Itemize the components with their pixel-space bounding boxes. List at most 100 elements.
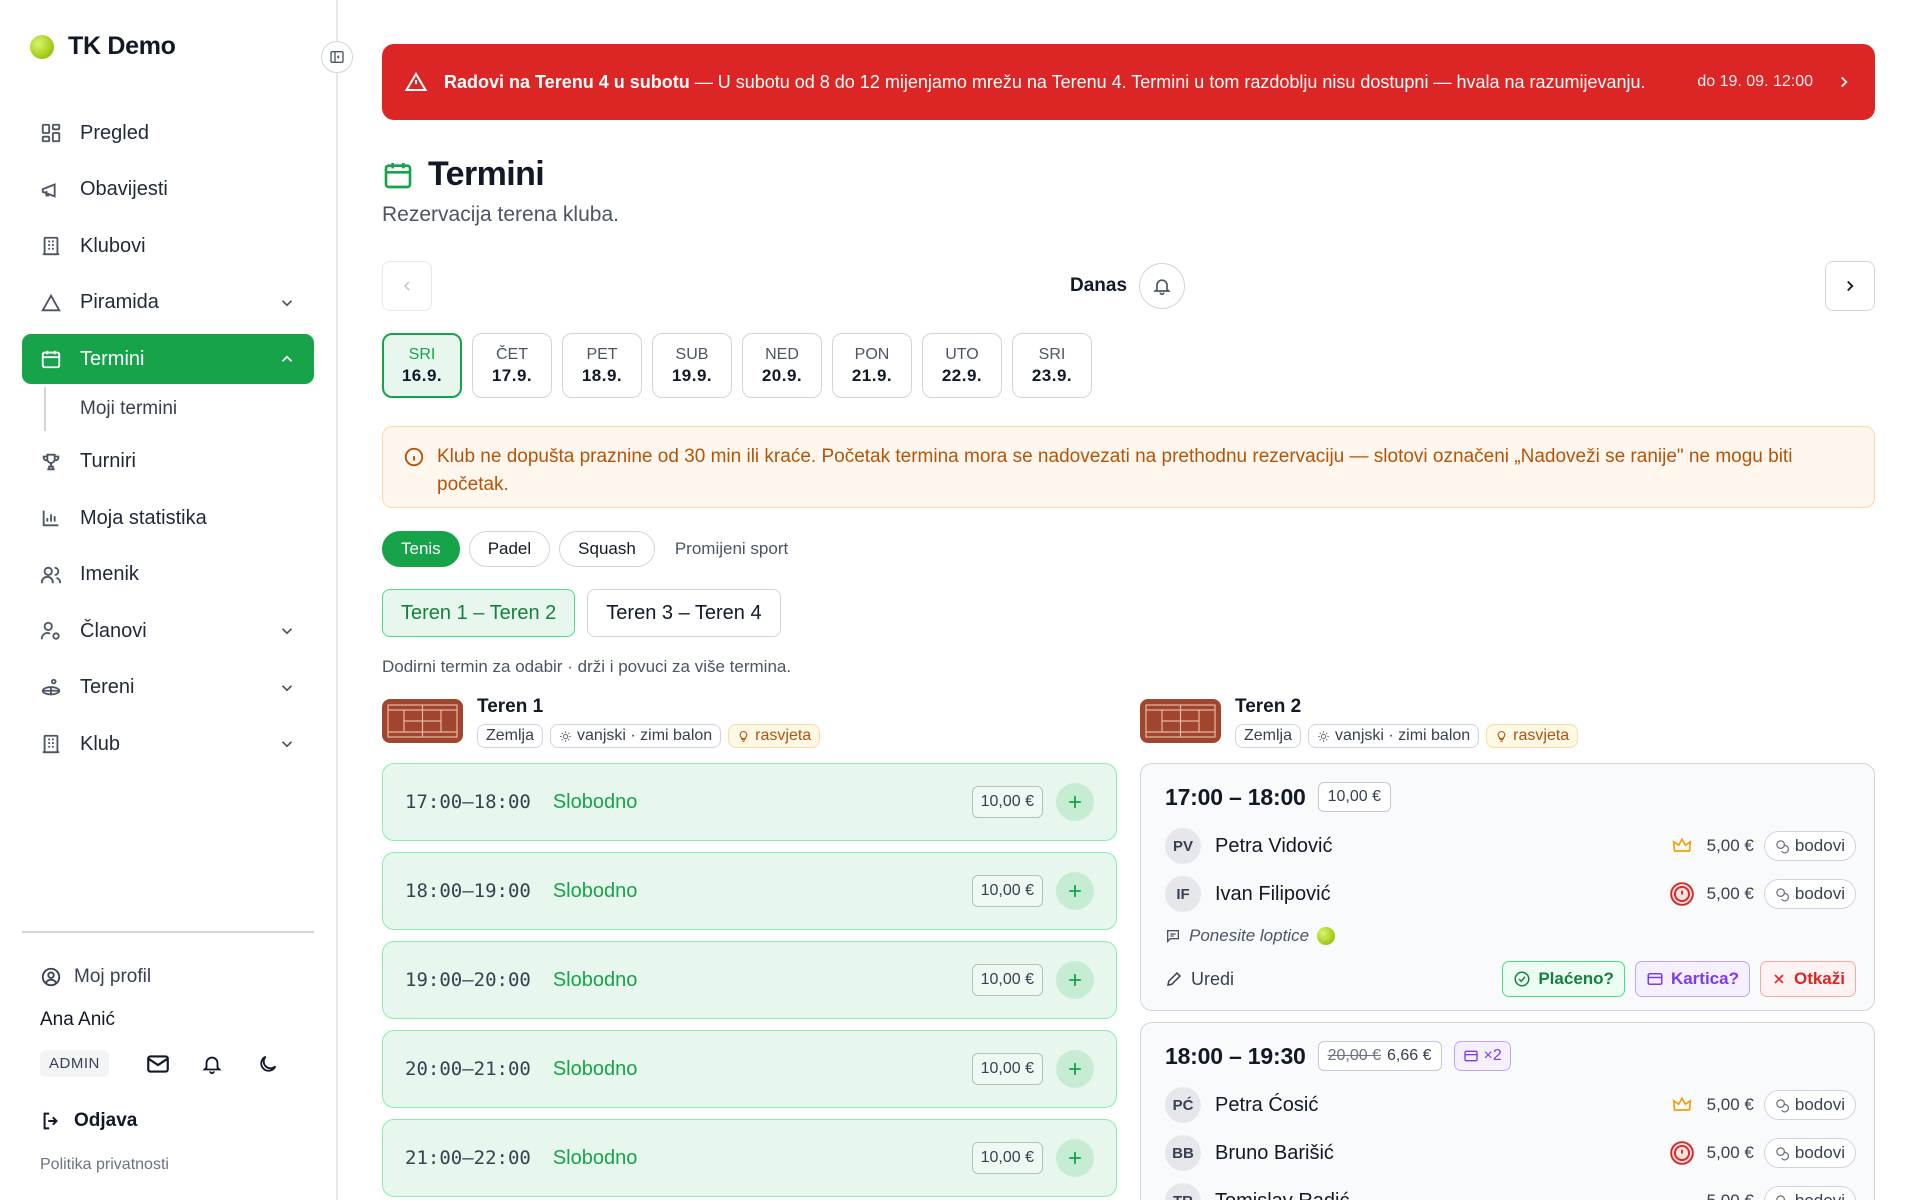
player-name: Ivan Filipović: [1215, 882, 1331, 905]
lighting-tag: rasvjeta: [728, 724, 821, 748]
profile-link[interactable]: Moj profil: [40, 966, 151, 988]
theme-toggle-button[interactable]: [257, 1053, 279, 1075]
sidebar-item-moja-statistika[interactable]: Moja statistika: [22, 493, 314, 543]
points-button[interactable]: bodovi: [1763, 879, 1856, 909]
brand[interactable]: TK Demo: [30, 32, 176, 61]
free-slot[interactable]: 18:00–19:00 Slobodno 10,00 €: [382, 852, 1117, 930]
free-slot[interactable]: 19:00–20:00 Slobodno 10,00 €: [382, 941, 1117, 1019]
card-payment-button[interactable]: Kartica?: [1634, 961, 1750, 997]
sport-padel[interactable]: Padel: [468, 531, 551, 567]
day-notify-button[interactable]: [1139, 263, 1186, 309]
cancel-booking-button[interactable]: Otkaži: [1759, 961, 1856, 997]
add-booking-button[interactable]: [1056, 783, 1094, 821]
announcement-text: Radovi na Terenu 4 u subotu — U subotu o…: [444, 70, 1667, 94]
sidebar-item-label: Piramida: [80, 291, 159, 313]
day-date: 17.9.: [491, 365, 533, 385]
logout-button[interactable]: Odjava: [40, 1110, 137, 1132]
day-chip[interactable]: SRI 23.9.: [1012, 333, 1092, 398]
day-chip[interactable]: PET 18.9.: [562, 333, 642, 398]
organizer-crown: [1669, 837, 1695, 855]
announcement-banner[interactable]: Radovi na Terenu 4 u subotu — U subotu o…: [382, 44, 1875, 120]
day-weekday: SRI: [408, 345, 436, 363]
sidebar-subitem-moji-termini[interactable]: Moji termini: [44, 386, 314, 431]
mail-button[interactable]: [145, 1051, 171, 1077]
today-label[interactable]: Danas: [1070, 275, 1127, 297]
coins-icon: [1776, 839, 1789, 853]
court-type-tag: vanjski · zimi balon: [1308, 724, 1480, 748]
day-chip[interactable]: UTO 22.9.: [922, 333, 1002, 398]
free-slot[interactable]: 20:00–21:00 Slobodno 10,00 €: [382, 1030, 1117, 1108]
next-day-button[interactable]: [1825, 261, 1875, 311]
sidebar-item-obavijesti[interactable]: Obavijesti: [22, 165, 314, 215]
surface-tag: Zemlja: [1235, 724, 1302, 748]
sport-tenis[interactable]: Tenis: [382, 531, 460, 567]
sidebar-item-label: Imenik: [80, 563, 139, 585]
sport-squash[interactable]: Squash: [559, 531, 655, 567]
slot-time: 21:00–22:00: [405, 1147, 531, 1169]
plus-icon: [1069, 974, 1081, 986]
sidebar-item-turniri[interactable]: Turniri: [22, 437, 314, 487]
booking-card[interactable]: 18:00 – 19:30 20,00 € 6,66 € ×2 PĆ Petra…: [1140, 1022, 1875, 1200]
dashboard-icon: [41, 123, 61, 143]
sidebar-item-label: Turniri: [80, 450, 136, 472]
day-chip[interactable]: ČET 17.9.: [472, 333, 552, 398]
points-label: bodovi: [1794, 836, 1845, 855]
lighting-label: rasvjeta: [755, 727, 812, 744]
court-group-1-2[interactable]: Teren 1 – Teren 2: [382, 589, 576, 637]
sidebar-collapse-button[interactable]: [321, 41, 353, 73]
sidebar-item-klub[interactable]: Klub: [22, 719, 314, 769]
points-button[interactable]: bodovi: [1763, 831, 1856, 861]
free-slot[interactable]: 21:00–22:00 Slobodno 10,00 €: [382, 1119, 1117, 1197]
mark-paid-button[interactable]: Plaćeno?: [1502, 961, 1625, 997]
sidebar-item-tereni[interactable]: Tereni: [22, 663, 314, 713]
previous-day-button[interactable]: [382, 261, 432, 311]
player-name: Bruno Barišić: [1215, 1141, 1334, 1164]
notifications-button[interactable]: [201, 1053, 223, 1075]
court-lines-icon: [1145, 704, 1216, 738]
add-booking-button[interactable]: [1056, 1139, 1094, 1177]
points-button[interactable]: bodovi: [1763, 1186, 1856, 1200]
booking-player: IF Ivan Filipović 5,00 € bodovi: [1165, 870, 1856, 918]
player-name: Tomislav Radić: [1215, 1190, 1669, 1200]
points-button[interactable]: bodovi: [1763, 1090, 1856, 1120]
sport-selector: Tenis Padel Squash Promijeni sport: [382, 531, 788, 567]
sidebar-item-label: Tereni: [80, 676, 135, 698]
day-date: 22.9.: [941, 365, 983, 385]
avatar: IF: [1165, 876, 1201, 912]
day-date: 20.9.: [761, 365, 803, 385]
booking-card[interactable]: 17:00 – 18:00 10,00 € PV Petra Vidović 5…: [1140, 763, 1875, 1011]
avatar: PV: [1165, 828, 1201, 864]
sidebar-item-clanovi[interactable]: Članovi: [22, 606, 314, 656]
court-type-tag: vanjski · zimi balon: [550, 724, 722, 748]
sidebar-item-termini[interactable]: Termini: [22, 334, 314, 384]
add-booking-button[interactable]: [1056, 1050, 1094, 1088]
edit-booking-button[interactable]: Uredi: [1165, 969, 1492, 990]
day-chip[interactable]: SRI 16.9.: [382, 333, 462, 398]
slot-price: 10,00 €: [971, 964, 1043, 996]
day-chip[interactable]: PON 21.9.: [832, 333, 912, 398]
sidebar-item-imenik[interactable]: Imenik: [22, 550, 314, 600]
booking-player: PĆ Petra Ćosić 5,00 € bodovi: [1165, 1081, 1856, 1129]
points-button[interactable]: bodovi: [1763, 1138, 1856, 1168]
close-icon: [1774, 974, 1784, 984]
sidebar-item-pregled[interactable]: Pregled: [22, 108, 314, 158]
privacy-link[interactable]: Politika privatnosti: [40, 1156, 169, 1174]
day-chip[interactable]: SUB 19.9.: [652, 333, 732, 398]
plus-icon: [1069, 885, 1081, 897]
brand-name: TK Demo: [68, 32, 176, 60]
change-sport-link[interactable]: Promijeni sport: [675, 539, 788, 559]
free-slot[interactable]: 17:00–18:00 Slobodno 10,00 €: [382, 763, 1117, 841]
sidebar-item-piramida[interactable]: Piramida: [22, 278, 314, 328]
court-1-slots: 17:00–18:00 Slobodno 10,00 € 18:00–19:00…: [382, 763, 1117, 1200]
plus-icon: [1069, 796, 1081, 808]
crown-icon: [1672, 837, 1691, 852]
day-chip[interactable]: NED 20.9.: [742, 333, 822, 398]
add-booking-button[interactable]: [1056, 961, 1094, 999]
court-group-3-4[interactable]: Teren 3 – Teren 4: [587, 589, 781, 637]
sidebar-item-klubovi[interactable]: Klubovi: [22, 221, 314, 271]
chevron-down-icon: [281, 628, 293, 635]
add-booking-button[interactable]: [1056, 872, 1094, 910]
court-lines-icon: [387, 704, 458, 738]
logout-icon: [43, 1112, 58, 1130]
slot-status: Slobodno: [552, 790, 638, 813]
